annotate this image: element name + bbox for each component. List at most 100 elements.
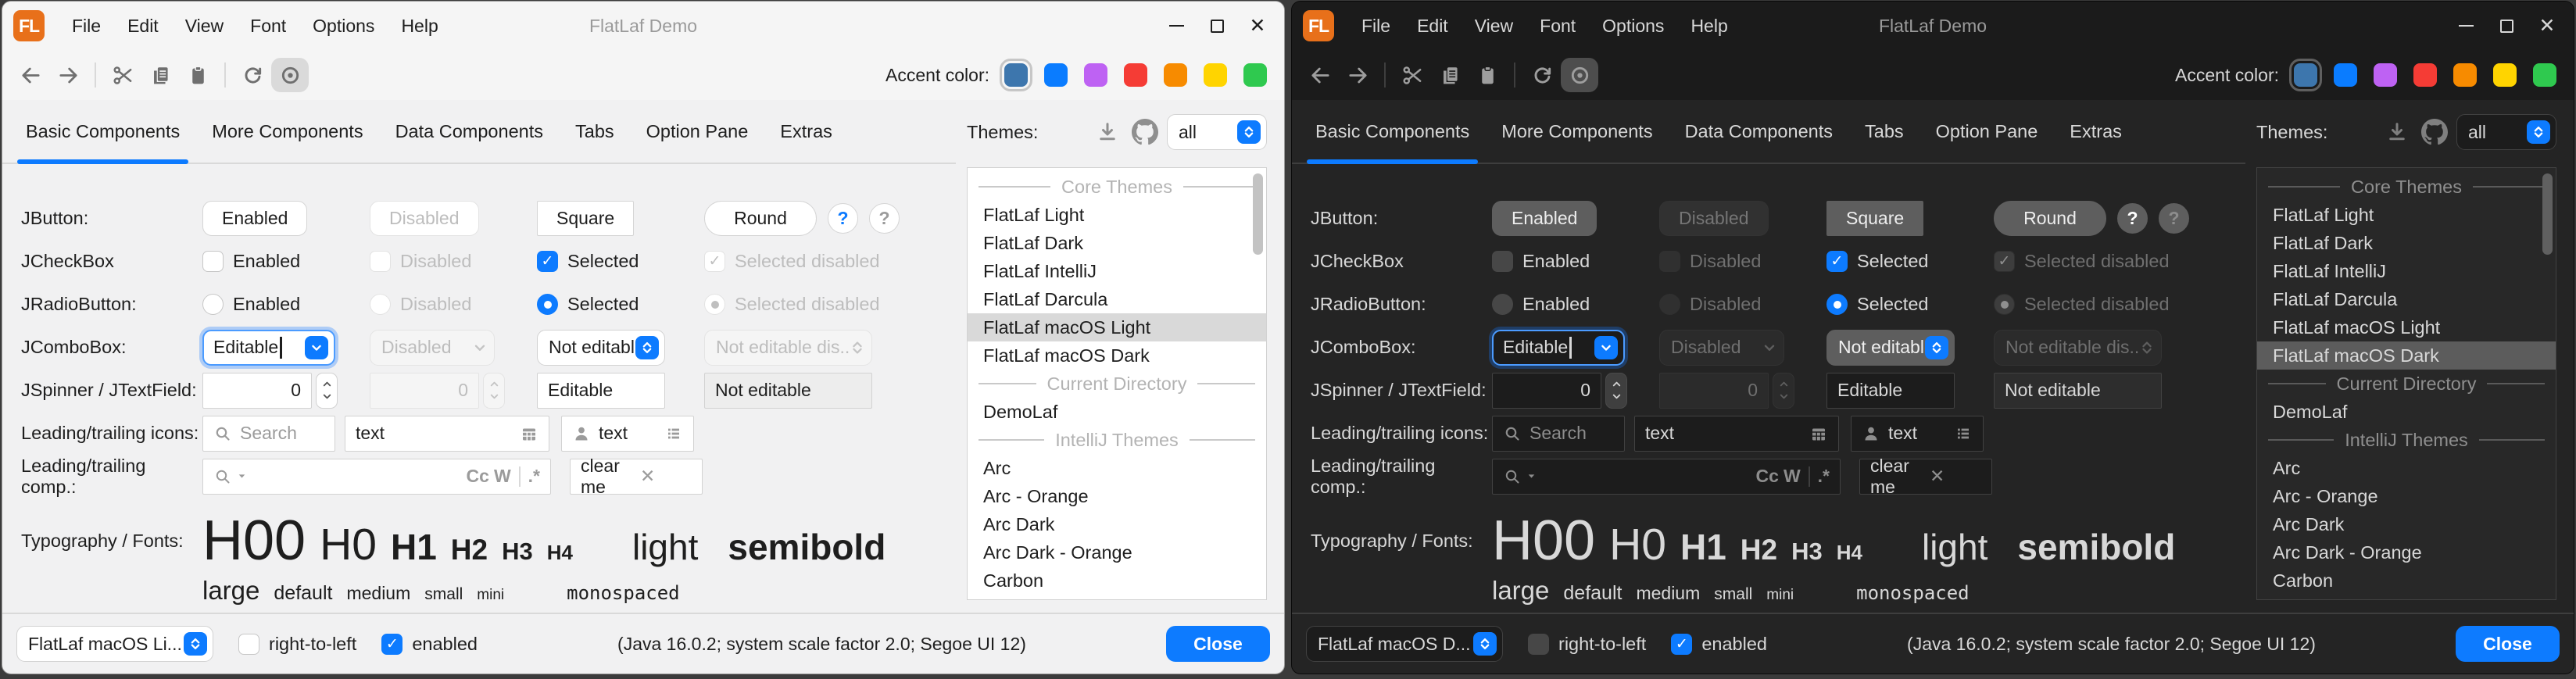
accent-color-swatch[interactable] (2294, 63, 2317, 87)
back-button[interactable] (1301, 58, 1339, 92)
help-button[interactable]: ? (2117, 203, 2148, 234)
spinner-value-field[interactable]: 0 (202, 373, 312, 409)
combo-updown-button[interactable] (1925, 336, 1948, 359)
close-button[interactable]: Close (1166, 626, 1270, 662)
tab[interactable]: Tabs (565, 100, 624, 163)
menu-item[interactable]: Font (1526, 16, 1589, 37)
theme-list-row[interactable]: Arc Dark - Orange (968, 538, 1266, 566)
spinner-arrows[interactable] (316, 373, 338, 409)
editable-combobox[interactable]: Editable (202, 330, 335, 366)
accent-color-swatch[interactable] (2413, 63, 2437, 87)
whole-word-toggle[interactable]: W (494, 466, 511, 487)
not-editable-combobox[interactable]: Not editable (537, 330, 665, 366)
enabled-checkbox[interactable]: ✓ (1671, 634, 1692, 655)
theme-list-row[interactable]: FlatLaf macOS Light (968, 313, 1266, 341)
menu-item[interactable]: Font (237, 16, 299, 37)
theme-list-row[interactable]: Arc (2257, 454, 2556, 482)
match-case-toggle[interactable]: Cc (467, 466, 489, 487)
download-theme-button[interactable] (2381, 116, 2413, 148)
menu-item[interactable]: Help (1677, 16, 1741, 37)
combo-updown-button[interactable] (2527, 120, 2550, 144)
date-field[interactable]: text (1634, 416, 1839, 452)
close-window-button[interactable]: ✕ (1237, 9, 1278, 43)
refresh-button[interactable] (234, 58, 271, 92)
user-field[interactable]: text (561, 416, 694, 452)
theme-list-row[interactable]: Cobalt 2 (968, 595, 1266, 600)
refresh-button[interactable] (1523, 58, 1561, 92)
accent-color-swatch[interactable] (1004, 63, 1028, 87)
menu-item[interactable]: Edit (114, 16, 172, 37)
theme-list-row[interactable]: FlatLaf Darcula (968, 285, 1266, 313)
theme-list-row[interactable]: Current Directory (968, 370, 1266, 398)
menu-item[interactable]: View (172, 16, 237, 37)
theme-list-row[interactable]: Arc Dark (968, 510, 1266, 538)
enabled-button[interactable]: Enabled (1492, 201, 1597, 236)
theme-list-row[interactable]: Arc - Orange (968, 482, 1266, 510)
theme-list-row[interactable]: FlatLaf macOS Dark (968, 341, 1266, 370)
accent-color-swatch[interactable] (2533, 63, 2556, 87)
copy-button[interactable] (1431, 58, 1469, 92)
regex-toggle[interactable]: .* (1818, 466, 1830, 487)
enabled-button[interactable]: Enabled (202, 201, 307, 236)
combo-updown-button[interactable] (184, 632, 207, 656)
theme-list-row[interactable]: FlatLaf IntelliJ (2257, 257, 2556, 285)
accent-color-swatch[interactable] (2453, 63, 2477, 87)
theme-list-row[interactable]: Arc - Orange (2257, 482, 2556, 510)
scrollbar-thumb[interactable] (2542, 173, 2553, 255)
spinner[interactable]: 0 (202, 373, 338, 409)
theme-list-row[interactable]: IntelliJ Themes (2257, 426, 2556, 454)
theme-list-row[interactable]: Arc Dark - Orange (2257, 538, 2556, 566)
close-window-button[interactable]: ✕ (2527, 9, 2567, 43)
theme-list-row[interactable]: IntelliJ Themes (968, 426, 1266, 454)
checkbox-selected[interactable]: ✓ (537, 251, 558, 272)
spinner[interactable]: 0 (1492, 373, 1627, 409)
tab[interactable]: More Components (1491, 100, 1662, 163)
tab[interactable]: Extras (2059, 100, 2132, 163)
theme-list-row[interactable]: Cobalt 2 (2257, 595, 2556, 600)
accent-color-swatch[interactable] (1124, 63, 1147, 87)
checkbox-enabled[interactable]: ✓ (202, 251, 224, 272)
square-button[interactable]: Square (537, 201, 634, 236)
accent-color-swatch[interactable] (1204, 63, 1227, 87)
search-options-field[interactable]: Cc W .* (1492, 459, 1841, 495)
download-theme-button[interactable] (1092, 116, 1123, 148)
back-button[interactable] (12, 58, 49, 92)
theme-list-row[interactable]: FlatLaf Dark (2257, 229, 2556, 257)
accent-color-swatch[interactable] (2493, 63, 2517, 87)
combo-updown-button[interactable] (1237, 120, 1261, 144)
theme-list-row[interactable]: FlatLaf Dark (968, 229, 1266, 257)
editable-textfield[interactable]: Editable (1826, 373, 1955, 409)
forward-button[interactable] (49, 58, 87, 92)
tab[interactable]: Data Components (1675, 100, 1843, 163)
menu-item[interactable]: Options (299, 16, 388, 37)
menu-item[interactable]: File (1348, 16, 1404, 37)
theme-list-row[interactable]: DemoLaf (968, 398, 1266, 426)
regex-toggle[interactable]: .* (528, 466, 540, 487)
theme-list-row[interactable]: Carbon (2257, 566, 2556, 595)
right-to-left-checkbox[interactable]: ✓ (238, 634, 259, 655)
search-field[interactable]: Search (1492, 416, 1625, 452)
copy-button[interactable] (141, 58, 179, 92)
round-button[interactable]: Round (704, 201, 817, 236)
accent-color-swatch[interactable] (2334, 63, 2357, 87)
search-options-field[interactable]: Cc W .* (202, 459, 551, 495)
minimize-button[interactable] (1156, 9, 1197, 43)
menu-item[interactable]: Edit (1404, 16, 1462, 37)
tab[interactable]: Option Pane (1926, 100, 2048, 163)
radio-selected[interactable] (537, 294, 558, 315)
combo-dropdown-button[interactable] (305, 336, 328, 359)
scrollbar-thumb[interactable] (1253, 173, 1263, 255)
look-and-feel-combobox[interactable]: FlatLaf macOS Li... (16, 626, 213, 662)
tab[interactable]: Basic Components (16, 100, 190, 163)
cut-button[interactable] (1394, 58, 1431, 92)
accent-color-swatch[interactable] (1044, 63, 1068, 87)
theme-list-row[interactable]: Arc (968, 454, 1266, 482)
checkbox-enabled[interactable]: ✓ (1492, 251, 1513, 272)
paste-button[interactable] (179, 58, 216, 92)
tab[interactable]: Option Pane (636, 100, 759, 163)
help-button[interactable]: ? (828, 203, 858, 234)
round-button[interactable]: Round (1994, 201, 2106, 236)
maximize-button[interactable] (2486, 9, 2527, 43)
clearable-field[interactable]: clear me ✕ (1859, 459, 1992, 495)
minimize-button[interactable] (2445, 9, 2486, 43)
